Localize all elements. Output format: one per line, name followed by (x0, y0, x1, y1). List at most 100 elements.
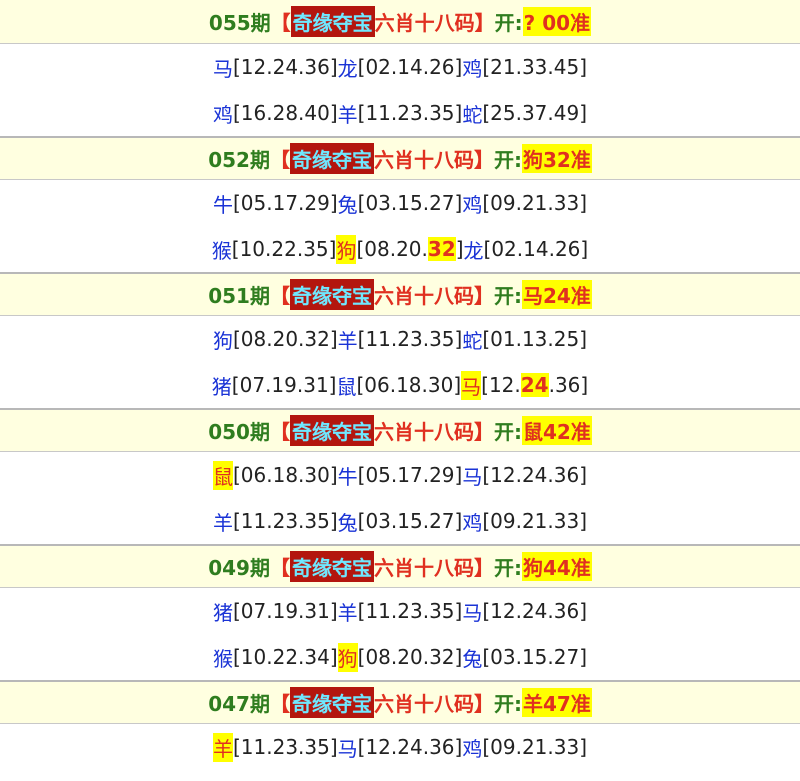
zodiac-animal: 猴 (211, 238, 232, 263)
number-group: [02.14.26] (357, 55, 463, 79)
number-row: 羊 [11.23.35] 马 [12.24.36] 鸡 [09.21.33] (0, 724, 800, 770)
number-group: [08.20.32] (357, 645, 463, 669)
number-group: [11.23.35] (232, 735, 338, 759)
zodiac-animal: 鸡 (462, 510, 483, 535)
number-group: [16.28.40] (232, 101, 338, 125)
number-row: 猪 [07.19.31] 羊 [11.23.35] 马 [12.24.36] (0, 588, 800, 634)
zodiac-animal: 猪 (211, 374, 232, 399)
record-block: 052期【奇缘夺宝 六肖十八码】开: 狗32准牛 [05.17.29] 兔 [03.15.… (0, 136, 800, 272)
zodiac-animal: 羊 (212, 732, 233, 762)
zodiac-animal: 羊 (212, 510, 233, 535)
record-header: 050期【奇缘夺宝 六肖十八码】开: 鼠42准 (0, 408, 800, 452)
result-badge: 羊47准 (521, 688, 592, 717)
zodiac-animal: 牛 (337, 464, 358, 489)
number-row: 牛 [05.17.29] 兔 [03.15.27] 鸡 [09.21.33] (0, 180, 800, 226)
number-group: [21.33.45] (482, 55, 587, 79)
number-group: [03.15.27] (357, 191, 463, 215)
zodiac-animal: 羊 (337, 102, 358, 127)
number-group-suffix: .36] (548, 373, 589, 397)
number-row: 狗 [08.20.32] 羊 [11.23.35] 蛇 [01.13.25] (0, 316, 800, 362)
number-group: [01.13.25] (482, 327, 587, 351)
zodiac-animal: 兔 (337, 510, 358, 535)
zodiac-animal: 龙 (337, 56, 358, 81)
result-badge: 狗32准 (521, 144, 592, 173)
number-row: 马 [12.24.36] 龙 [02.14.26] 鸡 [21.33.45] (0, 44, 800, 90)
result-badge: 马24准 (521, 280, 592, 309)
number-group: [05.17.29] (232, 191, 338, 215)
open-label: 开: (493, 420, 522, 444)
record-header: 055期【奇缘夺宝 六肖十八码】开:? 00准 (0, 0, 800, 44)
number-group: [09.21.33] (482, 191, 587, 215)
number-group: [25.37.49] (482, 101, 587, 125)
number-group: [06.18.30] (232, 463, 338, 487)
record-header: 052期【奇缘夺宝 六肖十八码】开: 狗32准 (0, 136, 800, 180)
record-block: 051期【奇缘夺宝 六肖十八码】开: 马24准狗 [08.20.32] 羊 [11.23.… (0, 272, 800, 408)
zodiac-animal: 牛 (212, 192, 233, 217)
number-row: 羊 [11.23.35] 兔 [03.15.27] 鸡 [09.21.33] (0, 498, 800, 544)
number-group: [09.21.33] (482, 509, 587, 533)
zodiac-animal: 猪 (212, 600, 233, 625)
zodiac-animal: 鸡 (462, 56, 483, 81)
winning-number: 24 (520, 373, 549, 397)
record-block: 055期【奇缘夺宝 六肖十八码】开:? 00准马 [12.24.36] 龙 [02.14… (0, 0, 800, 136)
winning-number: 32 (427, 237, 456, 261)
number-group: [09.21.33] (482, 735, 587, 759)
zodiac-animal: 狗 (336, 234, 357, 264)
bracket-right: 】 (473, 692, 494, 716)
zodiac-animal: 蛇 (462, 102, 483, 127)
zodiac-animal: 鼠 (336, 374, 357, 399)
record-block: 050期【奇缘夺宝 六肖十八码】开: 鼠42准鼠 [06.18.30] 牛 [05.17.… (0, 408, 800, 544)
number-group: [10.22.35] (231, 237, 337, 261)
period-label: 052期 (208, 148, 270, 172)
zodiac-animal: 羊 (337, 600, 358, 625)
zodiac-animal: 马 (462, 464, 483, 489)
number-group: [12.24.36] (232, 55, 338, 79)
number-group: [07.19.31] (232, 599, 338, 623)
bracket-right: 】 (473, 148, 494, 172)
zodiac-animal: 兔 (462, 646, 483, 671)
number-group: [12.24.36] (482, 599, 587, 623)
result-badge: ? 00准 (522, 7, 592, 36)
record-block: 047期【奇缘夺宝 六肖十八码】开: 羊47准羊 [11.23.35] 马 [12.24.… (0, 680, 800, 770)
bracket-right: 】 (474, 11, 495, 35)
number-row: 猴 [10.22.34] 狗 [08.20.32] 兔 [03.15.27] (0, 634, 800, 680)
bracket-right: 】 (473, 284, 494, 308)
number-group: [12.24.36] (357, 735, 463, 759)
number-group: [06.18.30] (356, 373, 462, 397)
brand-badge: 奇缘夺宝 (289, 415, 374, 446)
zodiac-animal: 鸡 (212, 102, 233, 127)
brand-badge: 奇缘夺宝 (289, 687, 374, 718)
number-group: [12.24.36] (482, 463, 587, 487)
prize-title: 六肖十八码 (373, 284, 474, 308)
number-group: [10.22.34] (232, 645, 338, 669)
number-group: [11.23.35] (357, 327, 463, 351)
record-header: 051期【奇缘夺宝 六肖十八码】开: 马24准 (0, 272, 800, 316)
zodiac-animal: 鸡 (462, 736, 483, 761)
open-label: 开: (493, 692, 522, 716)
zodiac-animal: 羊 (337, 328, 358, 353)
period-label: 051期 (208, 284, 270, 308)
zodiac-animal: 兔 (337, 192, 358, 217)
bracket-left: 【 (269, 148, 290, 172)
bracket-right: 】 (473, 420, 494, 444)
bracket-right: 】 (473, 556, 494, 580)
number-group: [08.20.32] (232, 327, 338, 351)
number-group: [02.14.26] (483, 237, 589, 261)
number-group: [11.23.35] (357, 599, 463, 623)
number-row: 猪 [07.19.31] 鼠 [06.18.30] 马 [12. 24.36] (0, 362, 800, 408)
zodiac-animal: 狗 (212, 328, 233, 353)
number-row: 鸡 [16.28.40] 羊 [11.23.35] 蛇 [25.37.49] (0, 90, 800, 136)
number-group: [11.23.35] (232, 509, 338, 533)
period-label: 047期 (208, 692, 270, 716)
brand-badge: 奇缘夺宝 (289, 143, 374, 174)
period-label: 050期 (208, 420, 270, 444)
period-label: 055期 (208, 11, 271, 35)
number-group: [11.23.35] (357, 101, 463, 125)
zodiac-animal: 猴 (212, 646, 233, 671)
period-label: 049期 (208, 556, 270, 580)
bracket-left: 【 (269, 692, 290, 716)
result-badge: 鼠42准 (521, 416, 592, 445)
number-row: 猴 [10.22.35] 狗 [08.20. 32] 龙 [02.14.26] (0, 226, 800, 272)
brand-badge: 奇缘夺宝 (289, 551, 374, 582)
open-label: 开: (493, 148, 522, 172)
